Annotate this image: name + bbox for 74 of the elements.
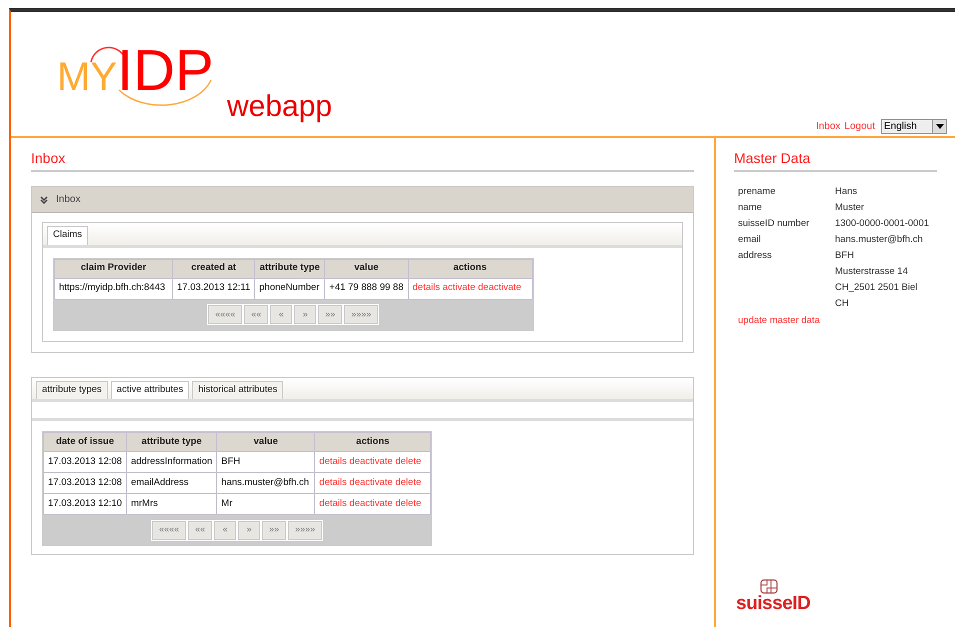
- table-cell: BFH: [216, 452, 315, 472]
- column-header: value: [324, 259, 408, 278]
- tab[interactable]: Claims: [47, 226, 88, 244]
- logo-text: IDP: [117, 42, 214, 100]
- tab[interactable]: historical attributes: [192, 380, 284, 399]
- action-link[interactable]: delete: [395, 456, 422, 467]
- tab[interactable]: attribute types: [36, 380, 108, 399]
- action-link[interactable]: details: [412, 282, 440, 294]
- action-link[interactable]: details: [319, 498, 347, 509]
- action-link[interactable]: details: [319, 476, 347, 488]
- field-label: address: [738, 249, 773, 263]
- table-cell: https://myidp.bfh.ch:8443: [54, 278, 172, 299]
- pager-button[interactable]: «: [270, 305, 292, 324]
- field-value: Hans: [835, 185, 858, 199]
- language-select[interactable]: English: [881, 119, 947, 134]
- field-value: Muster: [835, 201, 866, 215]
- table-cell: phoneNumber: [254, 278, 325, 299]
- section-title: Master Data: [734, 148, 937, 172]
- nav-link[interactable]: Inbox: [816, 119, 840, 134]
- table-cell: 17.03.2013 12:08: [44, 452, 126, 472]
- column-header: created at: [172, 259, 255, 278]
- field-value: hans.muster@bfh.ch: [835, 233, 924, 247]
- field-label: email: [738, 233, 762, 247]
- pager-button[interactable]: ««: [188, 520, 212, 540]
- action-link[interactable]: delete: [395, 498, 422, 509]
- column-header: claim Provider: [54, 259, 172, 278]
- field-value: CH_2501 2501 Biel: [835, 281, 918, 295]
- pager-button[interactable]: ««««: [152, 520, 186, 540]
- collapse-chevron-icon[interactable]: [40, 196, 48, 204]
- field-value: Musterstrasse 14: [835, 265, 909, 279]
- logo-text: MY: [57, 57, 117, 97]
- pager-button[interactable]: »: [294, 305, 316, 324]
- logo-subtitle: webapp: [227, 92, 332, 122]
- action-link[interactable]: delete: [395, 476, 422, 488]
- column-header: attribute type: [126, 432, 217, 452]
- table-cell: addressInformation: [126, 452, 217, 472]
- field-value: 1300-0000-0001-0001: [835, 217, 930, 231]
- section-title: Inbox: [31, 148, 694, 172]
- action-link[interactable]: deactivate: [349, 476, 393, 488]
- column-header: attribute type: [254, 259, 325, 278]
- pager-button[interactable]: »»: [318, 305, 342, 324]
- pager-button[interactable]: ««: [244, 305, 268, 324]
- table-cell: 17.03.2013 12:11: [172, 278, 255, 299]
- chip-icon: [760, 579, 778, 594]
- column-header: value: [216, 432, 315, 452]
- field-label: name: [738, 201, 763, 215]
- action-link[interactable]: deactivate: [478, 282, 522, 294]
- pager-button[interactable]: «: [214, 520, 236, 540]
- tab[interactable]: active attributes: [110, 380, 190, 399]
- field-value: BFH: [835, 249, 855, 263]
- dropdown-caret-icon: [936, 124, 944, 129]
- pager-button[interactable]: ««««: [208, 305, 242, 324]
- column-header: actions: [408, 259, 532, 278]
- pager-button[interactable]: »»»»: [344, 305, 378, 324]
- field-label: suisseID number: [738, 217, 810, 231]
- table-cell: 17.03.2013 12:08: [44, 472, 126, 494]
- table-cell: hans.muster@bfh.ch: [216, 472, 315, 494]
- action-link[interactable]: details: [319, 456, 347, 467]
- action-link[interactable]: deactivate: [349, 456, 393, 467]
- column-header: actions: [314, 432, 431, 452]
- panel-title: Inbox: [56, 193, 80, 207]
- action-link[interactable]: activate: [442, 282, 476, 294]
- pager-button[interactable]: »»»»: [288, 520, 322, 540]
- nav-link[interactable]: Logout: [844, 119, 875, 134]
- update-link[interactable]: update master data: [734, 314, 937, 328]
- field-value: CH: [835, 297, 850, 311]
- field-label: prename: [738, 185, 776, 199]
- table-cell: +41 79 888 99 88: [324, 278, 408, 299]
- pager-button[interactable]: »: [238, 520, 260, 540]
- action-link[interactable]: deactivate: [349, 498, 393, 509]
- pager-button[interactable]: »»: [262, 520, 286, 540]
- column-header: date of issue: [44, 432, 126, 452]
- table-cell: emailAddress: [126, 472, 217, 494]
- suisseid-logo: suisseID: [736, 594, 812, 613]
